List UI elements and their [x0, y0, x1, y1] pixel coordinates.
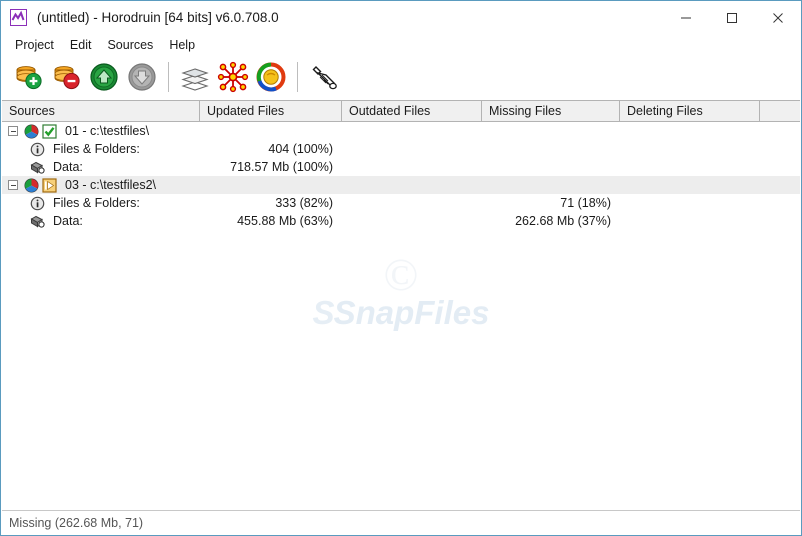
listview-body: © S SnapFiles 01 - c:\testfiles\ Files &… [2, 122, 800, 509]
deleting-value [620, 212, 760, 230]
watermark-copyright: © [383, 249, 419, 300]
column-header-updated-files[interactable]: Updated Files [200, 101, 342, 121]
outdated-value [342, 122, 482, 140]
source-cell[interactable]: Files & Folders: [2, 140, 200, 158]
deleting-value [620, 122, 760, 140]
missing-value [482, 176, 620, 194]
missing-value [482, 158, 620, 176]
clean-button[interactable] [305, 58, 343, 96]
close-button[interactable] [755, 1, 801, 34]
table-row[interactable]: Data: 718.57 Mb (100%) [2, 158, 800, 176]
source-cell[interactable]: Data: [2, 212, 200, 230]
source-label: 01 - c:\testfiles\ [65, 124, 150, 138]
watermark-text: SnapFiles [333, 294, 490, 331]
child-label: Files & Folders: [53, 196, 140, 210]
source-cell[interactable]: Data: [2, 158, 200, 176]
expander-toggle[interactable] [8, 180, 18, 190]
deleting-value [620, 176, 760, 194]
column-header-sources[interactable]: Sources [2, 101, 200, 121]
toolbar-separator-2 [297, 62, 298, 92]
layers-button[interactable] [176, 58, 214, 96]
pie-chart-icon [24, 178, 39, 193]
listview-header: Sources Updated Files Outdated Files Mis… [2, 100, 800, 122]
app-icon [10, 9, 27, 26]
sources-listview: Sources Updated Files Outdated Files Mis… [2, 100, 800, 509]
menu-item-edit[interactable]: Edit [62, 37, 100, 53]
menu-item-help[interactable]: Help [161, 37, 203, 53]
data-disk-icon [30, 214, 45, 229]
extra-value [760, 140, 800, 158]
remove-source-button[interactable] [47, 58, 85, 96]
source-cell[interactable]: Files & Folders: [2, 194, 200, 212]
extra-value [760, 122, 800, 140]
table-row[interactable]: 01 - c:\testfiles\ [2, 122, 800, 140]
pie-chart-icon [24, 124, 39, 139]
missing-value [482, 140, 620, 158]
title-bar: (untitled) - Horodruin [64 bits] v6.0.70… [1, 1, 801, 34]
updated-value: 455.88 Mb (63%) [237, 214, 333, 228]
toolbar [1, 55, 801, 99]
expander-toggle[interactable] [8, 126, 18, 136]
table-row[interactable]: 03 - c:\testfiles2\ [2, 176, 800, 194]
missing-value: 262.68 Mb (37%) [515, 214, 611, 228]
status-bar: Missing (262.68 Mb, 71) [2, 510, 800, 534]
extra-value [760, 194, 800, 212]
minimize-button[interactable] [663, 1, 709, 34]
outdated-value [342, 212, 482, 230]
move-up-button[interactable] [85, 58, 123, 96]
extra-value [760, 176, 800, 194]
window-title: (untitled) - Horodruin [64 bits] v6.0.70… [37, 10, 279, 25]
updated-value [200, 176, 342, 194]
updated-value [200, 122, 342, 140]
network-button[interactable] [214, 58, 252, 96]
outdated-value [342, 194, 482, 212]
source-label: 03 - c:\testfiles2\ [65, 178, 157, 192]
missing-value: 71 (18%) [560, 196, 611, 210]
source-cell[interactable]: 03 - c:\testfiles2\ [2, 176, 200, 194]
deleting-value [620, 158, 760, 176]
horodruin-window: (untitled) - Horodruin [64 bits] v6.0.70… [0, 0, 802, 536]
updated-value: 718.57 Mb (100%) [230, 160, 333, 174]
toolbar-separator [168, 62, 169, 92]
missing-value [482, 122, 620, 140]
snapfiles-watermark: © S SnapFiles [2, 252, 800, 332]
extra-value [760, 158, 800, 176]
orange-play-badge-icon [42, 177, 57, 193]
updated-value: 333 (82%) [275, 196, 333, 210]
watermark-logo: S [312, 294, 335, 331]
move-down-button [123, 58, 161, 96]
data-disk-icon [30, 160, 45, 175]
synchronize-button[interactable] [252, 58, 290, 96]
child-label: Data: [53, 160, 83, 174]
child-label: Files & Folders: [53, 142, 140, 156]
column-header-missing-files[interactable]: Missing Files [482, 101, 620, 121]
extra-value [760, 212, 800, 230]
table-row[interactable]: Data: 455.88 Mb (63%) 262.68 Mb (37%) [2, 212, 800, 230]
maximize-button[interactable] [709, 1, 755, 34]
watermark-row: S SnapFiles [313, 294, 490, 332]
menu-bar: Project Edit Sources Help [1, 34, 801, 55]
info-circle-icon [30, 196, 45, 211]
outdated-value [342, 176, 482, 194]
status-text: Missing (262.68 Mb, 71) [9, 515, 144, 530]
child-label: Data: [53, 214, 83, 228]
updated-value: 404 (100%) [268, 142, 333, 156]
table-row[interactable]: Files & Folders: 333 (82%) 71 (18%) [2, 194, 800, 212]
add-source-button[interactable] [9, 58, 47, 96]
deleting-value [620, 194, 760, 212]
menu-item-sources[interactable]: Sources [99, 37, 161, 53]
outdated-value [342, 158, 482, 176]
window-controls [663, 1, 801, 34]
source-cell[interactable]: 01 - c:\testfiles\ [2, 122, 200, 140]
outdated-value [342, 140, 482, 158]
menu-item-project[interactable]: Project [7, 37, 62, 53]
column-header-outdated-files[interactable]: Outdated Files [342, 101, 482, 121]
deleting-value [620, 140, 760, 158]
column-header-deleting-files[interactable]: Deleting Files [620, 101, 760, 121]
info-circle-icon [30, 142, 45, 157]
green-check-badge-icon [42, 123, 57, 139]
table-row[interactable]: Files & Folders: 404 (100%) [2, 140, 800, 158]
column-header-extra[interactable] [760, 101, 800, 121]
